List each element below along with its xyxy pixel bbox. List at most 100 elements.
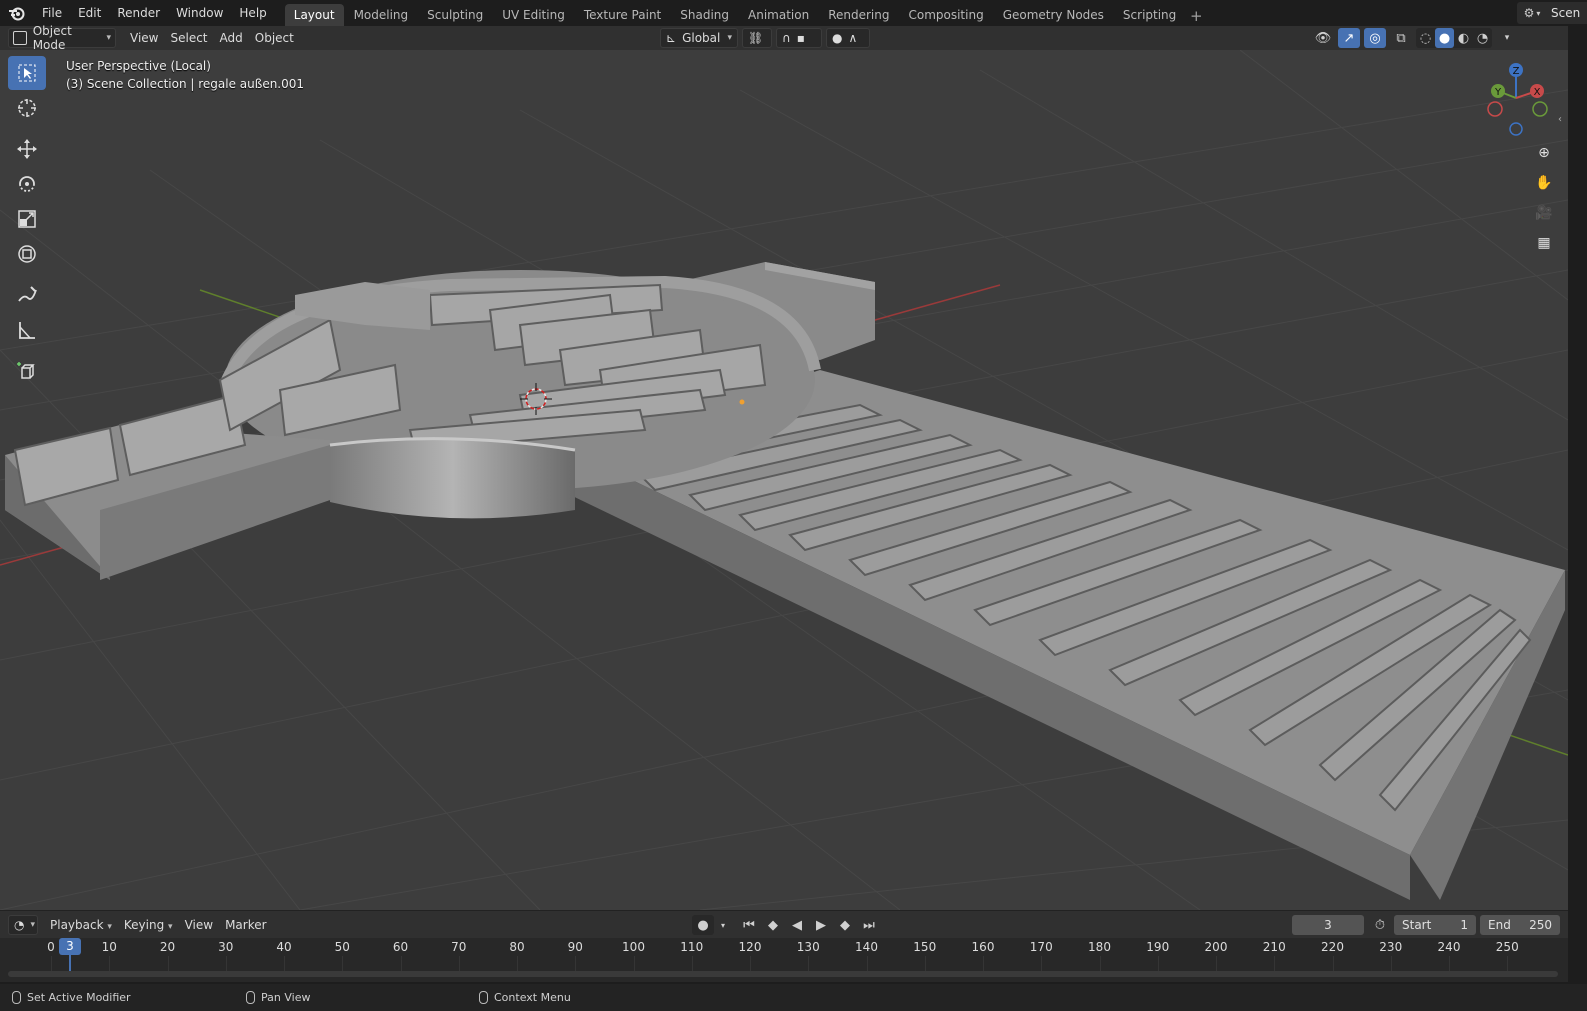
tab-geometry-nodes[interactable]: Geometry Nodes bbox=[994, 4, 1113, 26]
object-origin-dot bbox=[739, 399, 745, 405]
menu-playback[interactable]: Playback ▾ bbox=[44, 915, 118, 935]
end-frame-field[interactable]: End 250 bbox=[1480, 915, 1560, 935]
tab-uv-editing[interactable]: UV Editing bbox=[493, 4, 574, 26]
menu-file[interactable]: File bbox=[34, 2, 70, 24]
frame-gridline bbox=[342, 956, 344, 972]
tab-modeling[interactable]: Modeling bbox=[345, 4, 418, 26]
material-shading-icon[interactable]: ◐ bbox=[1454, 28, 1473, 48]
3d-viewport[interactable]: User Perspective (Local) (3) Scene Colle… bbox=[0, 50, 1568, 910]
measure-tool-icon[interactable] bbox=[8, 313, 46, 347]
menu-view[interactable]: View bbox=[124, 28, 164, 48]
camera-view-icon[interactable]: 🎥 bbox=[1531, 200, 1557, 226]
menu-timeline-view[interactable]: View bbox=[179, 915, 219, 935]
rotate-tool-icon[interactable] bbox=[8, 167, 46, 201]
sidebar-toggle-icon[interactable]: ‹ bbox=[1558, 114, 1562, 125]
menu-edit[interactable]: Edit bbox=[70, 2, 109, 24]
viewport-nav-buttons: ⊕ ✋ 🎥 ▦ bbox=[1531, 140, 1559, 260]
tab-sculpting[interactable]: Sculpting bbox=[418, 4, 492, 26]
tab-animation[interactable]: Animation bbox=[739, 4, 818, 26]
record-icon[interactable]: ● bbox=[692, 915, 714, 935]
tab-layout[interactable]: Layout bbox=[284, 4, 344, 26]
ortho-grid-icon[interactable]: ▦ bbox=[1531, 230, 1557, 256]
menu-select[interactable]: Select bbox=[164, 28, 213, 48]
frame-tick-label: 50 bbox=[334, 940, 350, 954]
play-icon[interactable]: ▶ bbox=[810, 915, 832, 935]
snap-target-icon: ▪ bbox=[796, 31, 805, 45]
frame-gridline bbox=[51, 956, 52, 972]
snap-dropdown[interactable]: ∩ ▪ bbox=[776, 28, 822, 48]
menu-window[interactable]: Window bbox=[168, 2, 231, 24]
frame-gridline bbox=[284, 956, 285, 972]
transform-orientation-dropdown[interactable]: ⊾ Global ▾ bbox=[660, 28, 738, 48]
tab-rendering[interactable]: Rendering bbox=[819, 4, 898, 26]
pan-hand-icon[interactable]: ✋ bbox=[1531, 170, 1557, 196]
scale-tool-icon[interactable] bbox=[8, 202, 46, 236]
rendered-shading-icon[interactable]: ◔ bbox=[1473, 28, 1492, 48]
xray-toggle-icon[interactable]: ⧉ bbox=[1390, 28, 1412, 48]
frame-gridline bbox=[400, 956, 402, 972]
frame-gridline bbox=[924, 956, 926, 972]
frame-gridline bbox=[866, 956, 868, 972]
shading-options-chevron-icon[interactable]: ▾ bbox=[1496, 28, 1518, 48]
frame-tick-label: 230 bbox=[1379, 940, 1403, 954]
select-box-tool-icon[interactable] bbox=[8, 56, 46, 90]
annotate-tool-icon[interactable] bbox=[8, 278, 46, 312]
scene-selector[interactable]: ⚙ ▾ Scen bbox=[1517, 2, 1587, 24]
navigation-gizmo[interactable]: Z Y X bbox=[1484, 60, 1556, 140]
blender-logo-icon[interactable] bbox=[0, 0, 34, 26]
menu-keying[interactable]: Keying ▾ bbox=[118, 915, 179, 935]
magnet-icon: ∩ bbox=[782, 31, 791, 45]
frame-gridline bbox=[1449, 956, 1450, 972]
gizmo-toggle-icon[interactable]: ↗ bbox=[1338, 28, 1360, 48]
record-options-chevron-icon[interactable]: ▾ bbox=[716, 915, 730, 935]
current-frame-field[interactable]: 3 bbox=[1292, 915, 1364, 935]
object-mode-dropdown[interactable]: Object Mode ▾ bbox=[8, 24, 116, 52]
frame-gridline bbox=[109, 956, 111, 972]
frame-tick-label: 110 bbox=[680, 940, 704, 954]
status-left-hint: Set Active Modifier bbox=[12, 991, 131, 1004]
menu-render[interactable]: Render bbox=[109, 2, 168, 24]
tab-texture-paint[interactable]: Texture Paint bbox=[575, 4, 670, 26]
wireframe-shading-icon[interactable]: ◌ bbox=[1416, 28, 1435, 48]
frame-gridline bbox=[983, 956, 984, 972]
menu-help[interactable]: Help bbox=[231, 2, 274, 24]
start-frame-field[interactable]: Start 1 bbox=[1394, 915, 1476, 935]
keying-label: Keying bbox=[123, 917, 165, 932]
editor-type-dropdown[interactable]: ◔ ▾ bbox=[8, 914, 38, 935]
add-workspace-button[interactable]: + bbox=[1186, 6, 1206, 26]
frame-tick-label: 160 bbox=[971, 940, 995, 954]
cursor-tool-icon[interactable] bbox=[8, 91, 46, 125]
proportional-edit-dropdown[interactable]: ● ∧ bbox=[826, 28, 870, 48]
menu-object[interactable]: Object bbox=[249, 28, 300, 48]
frame-tick-label: 10 bbox=[101, 940, 117, 954]
tab-scripting[interactable]: Scripting bbox=[1114, 4, 1185, 26]
overlays-toggle-icon[interactable]: ◎ bbox=[1364, 28, 1386, 48]
frame-gridline bbox=[1041, 956, 1043, 972]
solid-shading-icon[interactable]: ● bbox=[1435, 28, 1454, 48]
frame-tick-label: 120 bbox=[738, 940, 762, 954]
transform-tool-icon[interactable] bbox=[8, 237, 46, 271]
menu-marker[interactable]: Marker bbox=[219, 915, 272, 935]
prev-keyframe-icon[interactable]: ◆ bbox=[762, 915, 784, 935]
add-cube-tool-icon[interactable] bbox=[8, 354, 46, 388]
pivot-point-dropdown[interactable]: ⛓ bbox=[742, 28, 772, 48]
move-tool-icon[interactable] bbox=[8, 132, 46, 166]
playhead-frame-marker[interactable]: 3 bbox=[59, 938, 81, 955]
jump-end-icon[interactable]: ⏭ bbox=[858, 915, 880, 935]
workspace-tabs: Layout Modeling Sculpting UV Editing Tex… bbox=[284, 0, 1207, 26]
preview-range-clock-icon[interactable]: ⏱ bbox=[1369, 915, 1391, 935]
frame-tick-label: 140 bbox=[855, 940, 878, 954]
scene-name[interactable]: Scen bbox=[1547, 2, 1587, 24]
timeline-scrollbar[interactable] bbox=[8, 971, 1558, 977]
timeline-area[interactable]: 0 10 20 30 40 50 60 70 80 90 100 110 120 130 140 150 160… bbox=[0, 938, 1568, 982]
next-keyframe-icon[interactable]: ◆ bbox=[834, 915, 856, 935]
menu-add[interactable]: Add bbox=[214, 28, 249, 48]
tab-shading[interactable]: Shading bbox=[671, 4, 738, 26]
frame-tick-label: 20 bbox=[159, 940, 176, 954]
start-value: 1 bbox=[1460, 918, 1468, 932]
visibility-eye-icon[interactable]: 👁 bbox=[1312, 28, 1334, 48]
jump-start-icon[interactable]: ⏮ bbox=[738, 915, 760, 935]
zoom-icon[interactable]: ⊕ bbox=[1531, 140, 1557, 166]
play-reverse-icon[interactable]: ◀ bbox=[786, 915, 808, 935]
tab-compositing[interactable]: Compositing bbox=[899, 4, 992, 26]
